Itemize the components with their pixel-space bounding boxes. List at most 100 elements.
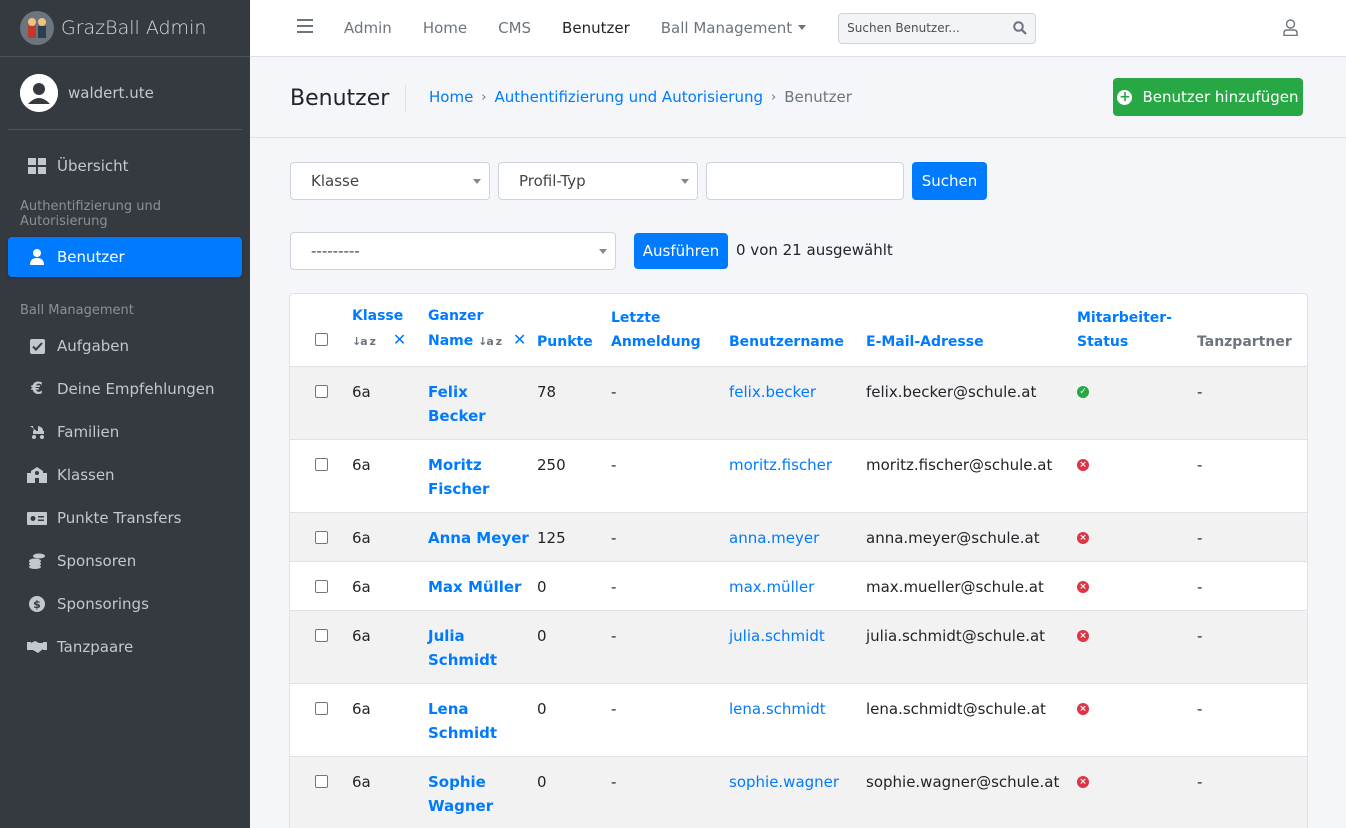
sidebar-item-label: Tanzpaare	[57, 638, 134, 656]
sidebar-item-users[interactable]: Benutzer	[8, 237, 242, 277]
chevron-down-icon	[473, 179, 481, 184]
row-checkbox[interactable]	[315, 457, 328, 471]
username-link[interactable]: moritz.fischer	[729, 456, 832, 474]
nav-dropdown-ball-management[interactable]: Ball Management	[661, 19, 807, 37]
username-link[interactable]: sophie.wagner	[729, 773, 839, 791]
sidebar-item-punkte-transfers[interactable]: Punkte Transfers	[8, 498, 242, 538]
brand-link[interactable]: GrazBall Admin	[0, 0, 250, 57]
search-input[interactable]	[839, 21, 1006, 35]
add-user-label: Benutzer hinzufügen	[1142, 88, 1299, 106]
column-name[interactable]: Ganzer Name ↓a z ✕	[428, 294, 537, 367]
cell-letzte-anmeldung: -	[611, 365, 729, 439]
user-name-link[interactable]: Lena Schmidt	[428, 700, 497, 742]
x-circle-icon: ×	[1077, 629, 1089, 642]
top-navbar: Admin Home CMS Benutzer Ball Management	[250, 0, 1346, 57]
sidebar-item-overview[interactable]: Übersicht	[8, 146, 242, 186]
cell-mitarbeiter-status: ×	[1077, 755, 1197, 828]
sort-ascending-icon[interactable]: ↓a z	[478, 335, 502, 348]
add-user-button[interactable]: + Benutzer hinzufügen	[1113, 78, 1303, 116]
sidebar-item-klassen[interactable]: Klassen	[8, 455, 242, 495]
sidebar-item-aufgaben[interactable]: Aufgaben	[8, 326, 242, 366]
cell-email: felix.becker@schule.at	[866, 365, 1077, 439]
brand-title: GrazBall Admin	[61, 17, 207, 39]
stroller-icon	[26, 422, 48, 442]
user-menu-icon[interactable]	[1283, 19, 1298, 40]
nav-link-home[interactable]: Home	[423, 19, 467, 37]
remove-sort-icon[interactable]: ✕	[513, 330, 526, 349]
row-checkbox[interactable]	[315, 384, 328, 398]
cell-tanzpartner: -	[1197, 682, 1307, 756]
username-link[interactable]: max.müller	[729, 578, 814, 596]
username-link[interactable]: julia.schmidt	[729, 627, 825, 645]
column-name-label-2: Name	[428, 332, 474, 349]
row-checkbox[interactable]	[315, 701, 328, 715]
coins-icon	[26, 551, 48, 571]
x-circle-icon: ×	[1077, 702, 1089, 715]
breadcrumb-auth[interactable]: Authentifizierung und Autorisierung	[495, 88, 764, 106]
select-all-checkbox[interactable]	[315, 332, 328, 346]
sidebar-item-label: Übersicht	[57, 157, 129, 175]
nav-link-admin[interactable]: Admin	[344, 19, 392, 37]
table-row: 6a Moritz Fischer 250- moritz.fischer moritz.…	[290, 438, 1307, 512]
remove-sort-icon[interactable]: ✕	[393, 330, 406, 349]
select-all-column	[290, 294, 352, 367]
breadcrumb-current: Benutzer	[784, 88, 852, 106]
cell-letzte-anmeldung: -	[611, 609, 729, 683]
cell-benutzername: max.müller	[729, 560, 866, 610]
x-circle-icon: ×	[1077, 580, 1089, 593]
money-bill-icon	[26, 508, 48, 528]
brand-logo-icon	[20, 11, 54, 45]
run-action-button[interactable]: Ausführen	[634, 233, 728, 269]
username-link[interactable]: lena.schmidt	[729, 700, 826, 718]
cell-punkte: 125	[537, 511, 611, 561]
profile-type-select[interactable]: Profil-Typ	[498, 162, 698, 200]
cell-punkte: 0	[537, 560, 611, 610]
row-checkbox[interactable]	[315, 628, 328, 642]
column-punkte[interactable]: Punkte	[537, 294, 611, 367]
row-checkbox[interactable]	[315, 530, 328, 544]
bulk-action-select[interactable]: ---------	[290, 232, 616, 270]
username-link[interactable]: felix.becker	[729, 383, 816, 401]
row-checkbox[interactable]	[315, 774, 328, 788]
user-name-link[interactable]: Felix Becker	[428, 383, 486, 425]
sidebar-item-familien[interactable]: Familien	[8, 412, 242, 452]
row-checkbox[interactable]	[315, 579, 328, 593]
cell-mitarbeiter-status: ✓	[1077, 365, 1197, 439]
class-filter-select[interactable]: Klasse	[290, 162, 490, 200]
username-link[interactable]: anna.meyer	[729, 529, 819, 547]
column-mitarbeiter-status[interactable]: Mitarbeiter- Status	[1077, 294, 1197, 367]
sort-ascending-icon[interactable]: ↓a z	[352, 335, 376, 348]
table-body: 6a Felix Becker 78- felix.becker felix.becker…	[290, 365, 1307, 828]
column-klasse-label: Klasse	[352, 307, 404, 324]
user-name-link[interactable]: Moritz Fischer	[428, 456, 489, 498]
table-header-row: Klasse ↓a z ✕ Ganzer Name ↓a z ✕ Punkte Le…	[290, 294, 1307, 367]
column-name-label-1: Ganzer	[428, 307, 484, 324]
column-benutzername[interactable]: Benutzername	[729, 294, 866, 367]
nav-link-benutzer[interactable]: Benutzer	[562, 19, 630, 37]
user-name-link[interactable]: Julia Schmidt	[428, 627, 497, 669]
search-button[interactable]: Suchen	[912, 162, 987, 200]
column-letzte-anmeldung[interactable]: Letzte Anmeldung	[611, 294, 729, 367]
sidebar-item-sponsorings[interactable]: $ Sponsorings	[8, 584, 242, 624]
sidebar-item-sponsoren[interactable]: Sponsoren	[8, 541, 242, 581]
cell-email: max.mueller@schule.at	[866, 560, 1077, 610]
column-klasse[interactable]: Klasse ↓a z ✕	[352, 294, 428, 367]
check-circle-icon: ✓	[1077, 385, 1089, 398]
search-icon[interactable]	[1005, 21, 1035, 35]
user-name-link[interactable]: Sophie Wagner	[428, 773, 493, 815]
user-panel[interactable]: waldert.ute	[8, 57, 242, 130]
cell-tanzpartner: -	[1197, 365, 1307, 439]
breadcrumb-home[interactable]: Home	[429, 88, 473, 106]
sidebar-item-empfehlungen[interactable]: € Deine Empfehlungen	[8, 369, 242, 409]
menu-toggle-icon[interactable]	[297, 19, 313, 37]
nav-link-cms[interactable]: CMS	[498, 19, 531, 37]
cell-klasse: 6a	[352, 438, 428, 512]
cell-letzte-anmeldung: -	[611, 560, 729, 610]
user-name-link[interactable]: Max Müller	[428, 578, 521, 596]
filter-search-input[interactable]	[706, 162, 904, 200]
sidebar-item-tanzpaare[interactable]: Tanzpaare	[8, 627, 242, 667]
column-email[interactable]: E-Mail-Adresse	[866, 294, 1077, 367]
table-row: 6a Lena Schmidt 0- lena.schmidt lena.schmidt@…	[290, 682, 1307, 756]
cell-punkte: 0	[537, 609, 611, 683]
user-name-link[interactable]: Anna Meyer	[428, 529, 529, 547]
